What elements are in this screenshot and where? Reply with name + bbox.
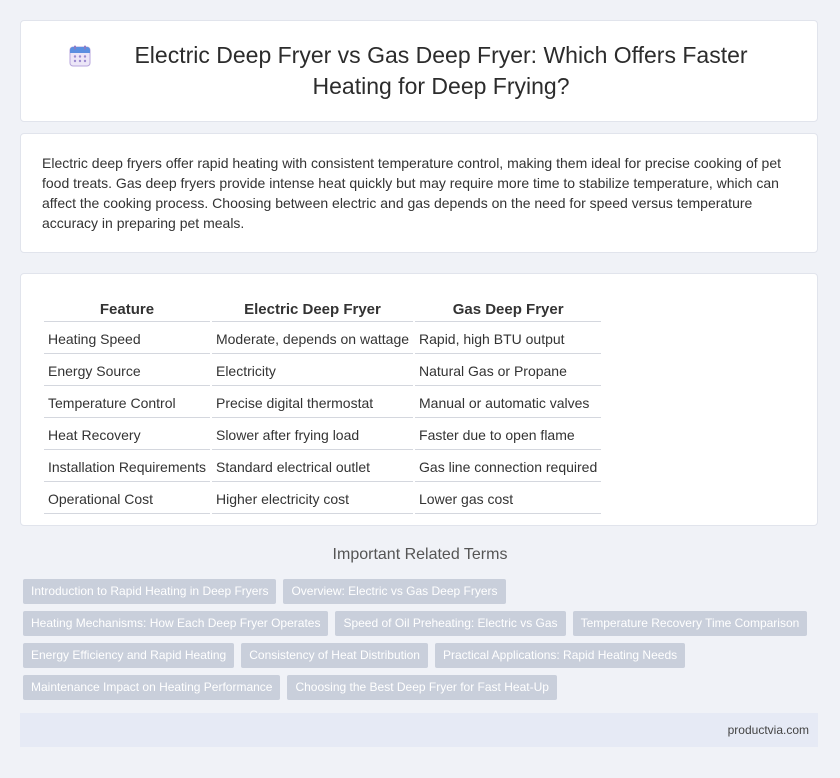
related-term-tag[interactable]: Choosing the Best Deep Fryer for Fast He… [287,675,557,700]
table-cell: Electricity [211,356,414,386]
column-header-electric: Electric Deep Fryer [211,297,414,322]
table-cell: Lower gas cost [415,484,602,514]
table-cell: Installation Requirements [44,452,210,482]
page-title: Electric Deep Fryer vs Gas Deep Fryer: W… [134,42,748,99]
calendar-icon [69,45,91,67]
related-term-tag[interactable]: Introduction to Rapid Heating in Deep Fr… [23,579,277,604]
table-cell: Manual or automatic valves [415,388,602,418]
table-cell: Operational Cost [44,484,210,514]
table-cell: Precise digital thermostat [211,388,414,418]
table-row: Energy Source Electricity Natural Gas or… [44,356,602,386]
table-cell: Standard electrical outlet [211,452,414,482]
related-term-tag[interactable]: Energy Efficiency and Rapid Heating [23,643,235,668]
table-cell: Gas line connection required [415,452,602,482]
related-term-tag[interactable]: Overview: Electric vs Gas Deep Fryers [283,579,506,604]
table-cell: Slower after frying load [211,420,414,450]
related-term-tag[interactable]: Temperature Recovery Time Comparison [572,611,808,636]
related-term-tag[interactable]: Practical Applications: Rapid Heating Ne… [434,643,686,668]
summary-text: Electric deep fryers offer rapid heating… [42,155,782,231]
table-row: Temperature Control Precise digital ther… [44,388,602,418]
table-cell: Faster due to open flame [415,420,602,450]
footer: productvia.com [20,713,818,747]
column-header-gas: Gas Deep Fryer [415,297,602,322]
related-term-tag[interactable]: Speed of Oil Preheating: Electric vs Gas [335,611,566,636]
comparison-table-card: Feature Electric Deep Fryer Gas Deep Fry… [20,273,818,526]
table-cell: Rapid, high BTU output [415,324,602,354]
related-term-tag[interactable]: Heating Mechanisms: How Each Deep Fryer … [23,611,329,636]
column-header-feature: Feature [44,297,210,322]
related-term-tag[interactable]: Consistency of Heat Distribution [241,643,428,668]
table-row: Installation Requirements Standard elect… [44,452,602,482]
table-row: Heat Recovery Slower after frying load F… [44,420,602,450]
header-card: Electric Deep Fryer vs Gas Deep Fryer: W… [20,20,818,122]
related-term-tag[interactable]: Maintenance Impact on Heating Performanc… [23,675,281,700]
title-wrap: Electric Deep Fryer vs Gas Deep Fryer: W… [69,40,769,102]
table-row: Heating Speed Moderate, depends on watta… [44,324,602,354]
related-terms-tags: Introduction to Rapid Heating in Deep Fr… [23,579,823,707]
comparison-table: Feature Electric Deep Fryer Gas Deep Fry… [42,295,603,516]
table-header-row: Feature Electric Deep Fryer Gas Deep Fry… [44,297,602,322]
table-cell: Heating Speed [44,324,210,354]
table-cell: Temperature Control [44,388,210,418]
footer-brand[interactable]: productvia.com [728,723,809,737]
table-cell: Moderate, depends on wattage [211,324,414,354]
table-cell: Energy Source [44,356,210,386]
table-row: Operational Cost Higher electricity cost… [44,484,602,514]
table-cell: Higher electricity cost [211,484,414,514]
summary-card: Electric deep fryers offer rapid heating… [20,133,818,253]
table-cell: Heat Recovery [44,420,210,450]
table-cell: Natural Gas or Propane [415,356,602,386]
related-terms-heading: Important Related Terms [332,546,508,563]
